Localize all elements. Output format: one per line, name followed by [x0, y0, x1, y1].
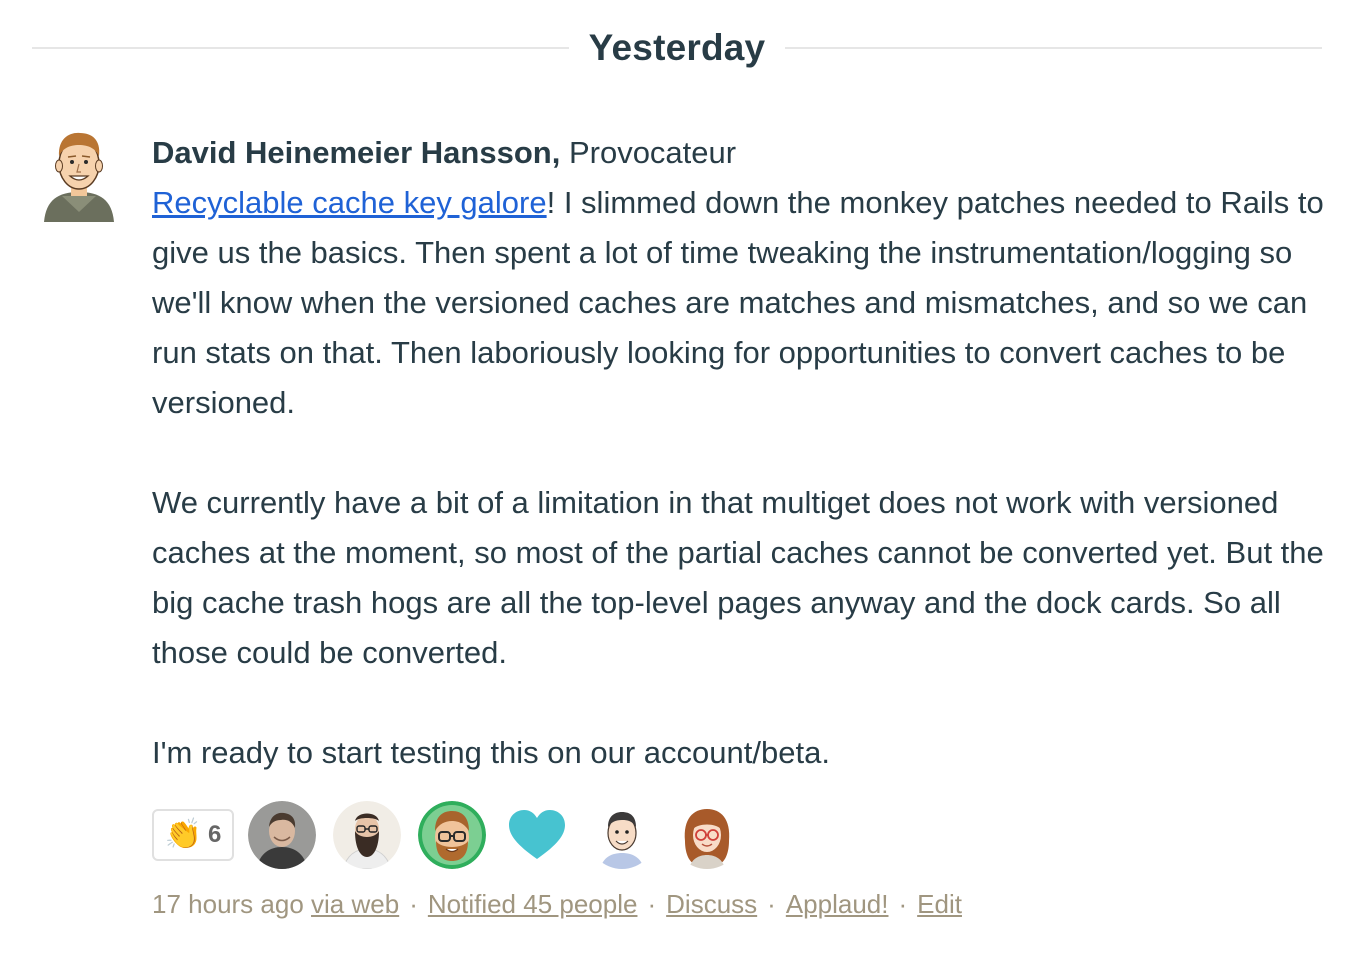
post-paragraph-3: I'm ready to start testing this on our a… — [152, 735, 830, 770]
meta-separator: · — [898, 889, 908, 919]
boosts-row: 👏 6 — [152, 800, 758, 870]
cache-key-link[interactable]: Recyclable cache key galore — [152, 185, 547, 220]
post-byline: David Heinemeier Hansson, Provocateur — [152, 128, 1332, 178]
meta-separator: · — [647, 889, 657, 919]
applaud-link[interactable]: Applaud! — [786, 889, 889, 919]
day-divider: Yesterday — [32, 20, 1322, 76]
post-paragraph-2: We currently have a bit of a limitation … — [152, 485, 1324, 670]
booster-avatar-2[interactable] — [333, 801, 401, 869]
author-name[interactable]: David Heinemeier Hansson, — [152, 135, 560, 170]
post-paragraph-1: Recyclable cache key galore! I slimmed d… — [152, 178, 1332, 428]
applause-badge[interactable]: 👏 6 — [152, 809, 234, 861]
applause-count: 6 — [208, 821, 222, 848]
meta-separator: · — [767, 889, 776, 919]
author-role: Provocateur — [568, 135, 737, 170]
discuss-link[interactable]: Discuss — [666, 889, 757, 919]
divider-rule-left — [32, 47, 569, 49]
booster-avatar-3[interactable] — [418, 801, 486, 869]
post: David Heinemeier Hansson, Provocateur Re… — [152, 128, 1332, 778]
day-label: Yesterday — [588, 27, 766, 68]
clapping-hands-icon: 👏 — [164, 818, 202, 851]
booster-avatar-1[interactable] — [248, 801, 316, 869]
via-web-link[interactable]: via web — [311, 889, 399, 919]
notified-people-link[interactable]: Notified 45 people — [428, 889, 638, 919]
meta-separator: · — [409, 889, 418, 919]
booster-avatar-6[interactable] — [673, 801, 741, 869]
heart-icon[interactable] — [503, 801, 571, 869]
author-avatar[interactable] — [38, 126, 120, 222]
divider-rule-right — [785, 47, 1322, 49]
paragraph-1-text: ! I slimmed down the monkey patches need… — [152, 185, 1324, 420]
booster-avatar-5[interactable] — [588, 801, 656, 869]
post-meta: 17 hours ago via web · Notified 45 people ·… — [152, 884, 962, 924]
post-timestamp: 17 hours ago — [152, 889, 304, 919]
edit-link[interactable]: Edit — [917, 889, 962, 919]
post-body: Recyclable cache key galore! I slimmed d… — [152, 178, 1332, 778]
